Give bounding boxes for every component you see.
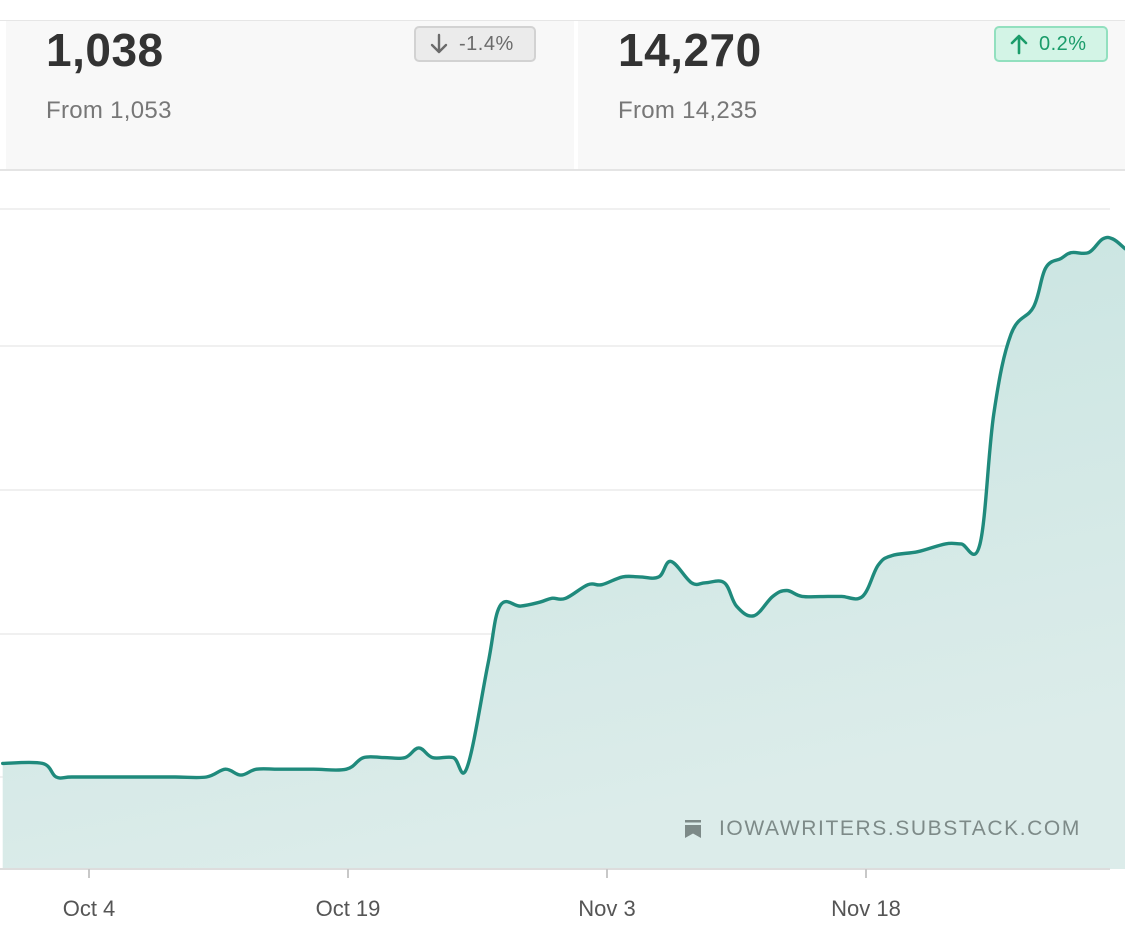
- watermark-text: IOWAWRITERS.SUBSTACK.COM: [719, 817, 1081, 840]
- chart-area: Oct 4 Oct 19 Nov 3 Nov 18 IOWAWRITERS.SUBST…: [0, 171, 1125, 946]
- x-tick-label: Oct 19: [316, 896, 381, 921]
- stat-previous-value: From 14,235: [618, 97, 758, 124]
- stats-row: 1,038 From 1,053 -1.4% 14,270 From 14,23…: [0, 21, 1125, 171]
- x-tick-label: Oct 4: [63, 896, 116, 921]
- x-tick-label: Nov 3: [578, 896, 635, 921]
- stat-card-2[interactable]: 14,270 From 14,235 0.2%: [578, 21, 1125, 169]
- stat-value: 14,270: [618, 24, 762, 76]
- arrow-down-icon: [430, 33, 448, 54]
- x-axis-ticks: Oct 4 Oct 19 Nov 3 Nov 18: [63, 869, 901, 921]
- stat-value: 1,038: [46, 24, 164, 76]
- stat-previous-value: From 1,053: [46, 97, 172, 124]
- change-badge-down: -1.4%: [414, 26, 536, 62]
- watermark: IOWAWRITERS.SUBSTACK.COM: [683, 817, 1081, 841]
- change-value: 0.2%: [1039, 32, 1087, 55]
- change-badge-up: 0.2%: [994, 26, 1108, 62]
- x-tick-label: Nov 18: [831, 896, 901, 921]
- change-value: -1.4%: [459, 32, 514, 55]
- arrow-up-icon: [1010, 34, 1028, 55]
- chart-area-fill: [2, 237, 1125, 869]
- bookmark-icon: [685, 820, 701, 838]
- stat-card-1[interactable]: 1,038 From 1,053 -1.4%: [6, 21, 574, 169]
- top-strip: [0, 0, 1125, 21]
